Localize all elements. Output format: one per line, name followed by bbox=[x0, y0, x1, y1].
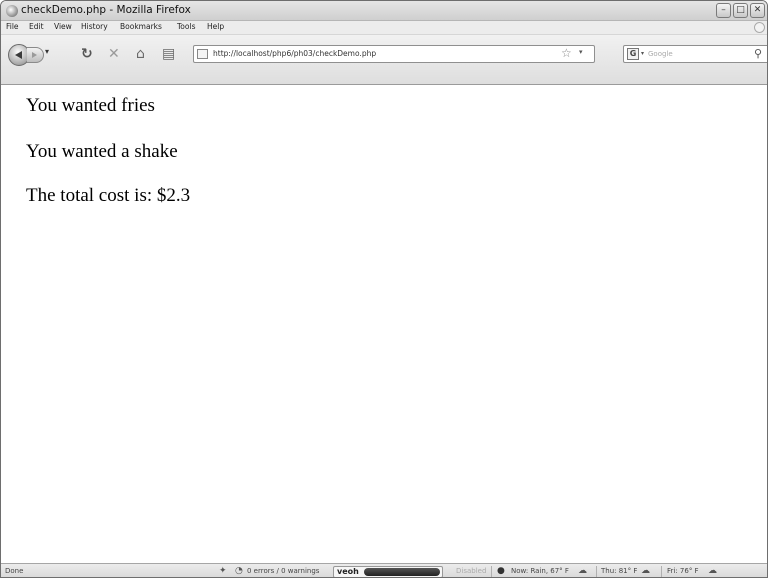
status-divider bbox=[596, 566, 597, 577]
weather-fri[interactable]: Fri: 76° F bbox=[667, 567, 699, 575]
result-line-total: The total cost is: $2.3 bbox=[26, 185, 191, 206]
menu-view[interactable]: View bbox=[54, 22, 72, 31]
veoh-player-bar[interactable] bbox=[364, 568, 440, 576]
search-input[interactable]: Google bbox=[648, 50, 673, 58]
history-dropdown-icon[interactable]: ▾ bbox=[45, 47, 49, 56]
title-bar: checkDemo.php - Mozilla Firefox – □ ✕ bbox=[1, 1, 767, 21]
maximize-button[interactable]: □ bbox=[733, 3, 748, 18]
weather-thu[interactable]: Thu: 81° F bbox=[601, 567, 637, 575]
magnifier-icon[interactable]: ⚲ bbox=[754, 48, 762, 60]
address-bar[interactable]: http://localhost/php6/ph03/checkDemo.php bbox=[193, 45, 595, 63]
stop-icon[interactable]: ✕ bbox=[108, 46, 120, 62]
menu-bookmarks[interactable]: Bookmarks bbox=[120, 22, 162, 31]
url-text[interactable]: http://localhost/php6/ph03/checkDemo.php bbox=[213, 49, 376, 58]
forward-arrow-icon[interactable] bbox=[27, 47, 44, 63]
engine-dropdown-icon[interactable]: ▾ bbox=[641, 50, 644, 57]
addon-puzzle-icon[interactable]: ✦ bbox=[219, 566, 227, 577]
console-status-icon[interactable]: ◔ bbox=[235, 566, 243, 577]
cloud-icon: ☁ bbox=[708, 566, 717, 576]
page-content: You wanted fries You wanted a shake The … bbox=[1, 85, 767, 563]
weather-globe-icon[interactable]: ● bbox=[497, 566, 505, 577]
status-divider bbox=[661, 566, 662, 577]
url-dropdown-icon[interactable]: ▾ bbox=[579, 48, 583, 56]
disabled-label: Disabled bbox=[456, 567, 487, 575]
error-count[interactable]: 0 errors / 0 warnings bbox=[247, 567, 319, 575]
star-icon[interactable]: ☆ bbox=[561, 47, 572, 59]
browser-window: checkDemo.php - Mozilla Firefox – □ ✕ Fi… bbox=[0, 0, 768, 578]
menu-bar: File Edit View History Bookmarks Tools H… bbox=[1, 21, 767, 35]
menu-history[interactable]: History bbox=[81, 22, 108, 31]
home-icon[interactable]: ⌂ bbox=[136, 46, 145, 62]
site-icon bbox=[197, 49, 208, 59]
veoh-toolbar[interactable]: veoh bbox=[333, 566, 443, 577]
menu-tools[interactable]: Tools bbox=[177, 22, 195, 31]
result-line-shake: You wanted a shake bbox=[26, 141, 178, 162]
status-divider bbox=[491, 566, 492, 577]
minimize-button[interactable]: – bbox=[716, 3, 731, 18]
close-button[interactable]: ✕ bbox=[750, 3, 765, 18]
menu-help[interactable]: Help bbox=[207, 22, 224, 31]
window-title: checkDemo.php - Mozilla Firefox bbox=[21, 4, 191, 16]
navigation-toolbar: ▾ ↻ ✕ ⌂ ▤ http://localhost/php6/ph03/che… bbox=[1, 35, 767, 85]
firefox-icon bbox=[6, 5, 18, 17]
veoh-logo: veoh bbox=[337, 567, 359, 576]
google-engine-icon[interactable]: G bbox=[627, 48, 639, 60]
cloud-icon: ☁ bbox=[641, 566, 650, 576]
status-text: Done bbox=[5, 567, 24, 575]
search-bar[interactable]: G ▾ Google ⚲ bbox=[623, 45, 767, 63]
result-line-fries: You wanted fries bbox=[26, 95, 155, 116]
bookmark-page-icon[interactable]: ▤ bbox=[162, 46, 175, 62]
reload-icon[interactable]: ↻ bbox=[81, 46, 93, 62]
rain-cloud-icon: ☁ bbox=[578, 566, 587, 576]
throbber-icon bbox=[754, 22, 765, 33]
menu-edit[interactable]: Edit bbox=[29, 22, 44, 31]
weather-now[interactable]: Now: Rain, 67° F bbox=[511, 567, 569, 575]
menu-file[interactable]: File bbox=[6, 22, 19, 31]
status-bar: Done ✦ ◔ 0 errors / 0 warnings veoh Disa… bbox=[1, 563, 767, 577]
